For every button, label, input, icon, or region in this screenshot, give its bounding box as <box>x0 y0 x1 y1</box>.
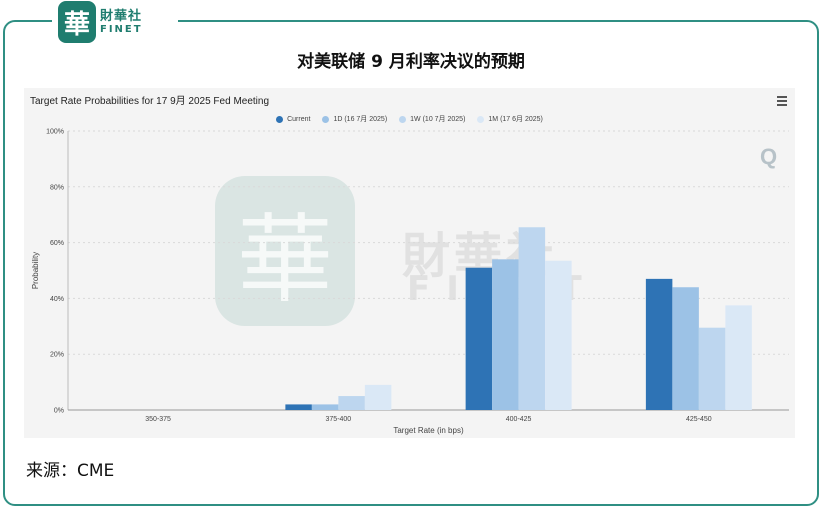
bar-375-400-series-2 <box>338 396 365 410</box>
bar-425-450-series-0 <box>645 278 673 410</box>
y-axis-title: Probability <box>31 252 40 289</box>
legend-label: 1W (10 7月 2025) <box>410 116 466 123</box>
logo-name-en: FINET <box>100 23 143 35</box>
logo-text: 財華社 FINET <box>100 10 143 35</box>
legend-label: 1M (17 6月 2025) <box>488 116 543 123</box>
chart-title: Target Rate Probabilities for 17 9月 2025… <box>30 96 270 107</box>
legend-item[interactable]: Current <box>276 114 310 124</box>
bar-400-425-series-2 <box>518 227 546 410</box>
bar-400-425-series-0 <box>465 267 493 410</box>
y-tick-label: 20% <box>50 352 64 359</box>
x-axis-title: Target Rate (in bps) <box>393 426 464 435</box>
bar-425-450-series-1 <box>672 287 699 410</box>
legend-item[interactable]: 1D (16 7月 2025) <box>322 114 387 124</box>
chart-svg: 0% 20% 40% 60% 80% 100% 350-375 375-400 400-425 4… <box>31 129 789 435</box>
x-tick-label: 400-425 <box>506 416 532 423</box>
chart-panel: 華 財華社 FINET 0%20%40%60%80%100%350-375375… <box>24 88 795 438</box>
page-title: 对美联储 9 月利率决议的预期 <box>297 52 525 72</box>
legend-swatch <box>322 115 330 123</box>
bar-400-425-series-1 <box>492 259 519 410</box>
chart-menu-icon[interactable] <box>777 96 787 108</box>
source-note: 来源：CME <box>26 461 115 481</box>
legend-label: Current <box>287 115 311 123</box>
y-tick-label: 80% <box>50 184 64 191</box>
chart-legend: Current 1D (16 7月 2025) 1W (10 7月 2025) 1M … <box>24 114 795 124</box>
legend-label: 1D (16 7月 2025) <box>333 116 388 123</box>
bar-375-400-series-3 <box>364 384 392 410</box>
bar-375-400-series-0 <box>285 404 312 410</box>
logo-seal: 華 <box>58 1 96 43</box>
bar-375-400-series-1 <box>311 404 339 410</box>
legend-item[interactable]: 1W (10 7月 2025) <box>399 114 465 124</box>
y-tick-label: 40% <box>50 296 64 303</box>
legend-swatch <box>276 115 284 123</box>
x-tick-label: 375-400 <box>326 416 352 423</box>
legend-item[interactable]: 1M (17 6月 2025) <box>477 114 543 124</box>
bar-425-450-series-2 <box>698 327 726 410</box>
logo-name-cn: 財華社 <box>100 8 143 24</box>
q-logo-icon: Q <box>760 144 778 169</box>
finet-logo: 華 財華社 FINET <box>52 0 178 44</box>
legend-swatch <box>399 115 407 123</box>
bar-400-425-series-3 <box>545 260 572 410</box>
bar-425-450-series-3 <box>725 305 752 410</box>
y-tick-label: 100% <box>46 129 64 136</box>
legend-swatch <box>477 115 485 123</box>
y-tick-label: 60% <box>50 240 64 247</box>
y-tick-label: 0% <box>54 408 64 415</box>
x-tick-label: 425-450 <box>686 416 712 423</box>
x-tick-label: 350-375 <box>145 416 171 423</box>
